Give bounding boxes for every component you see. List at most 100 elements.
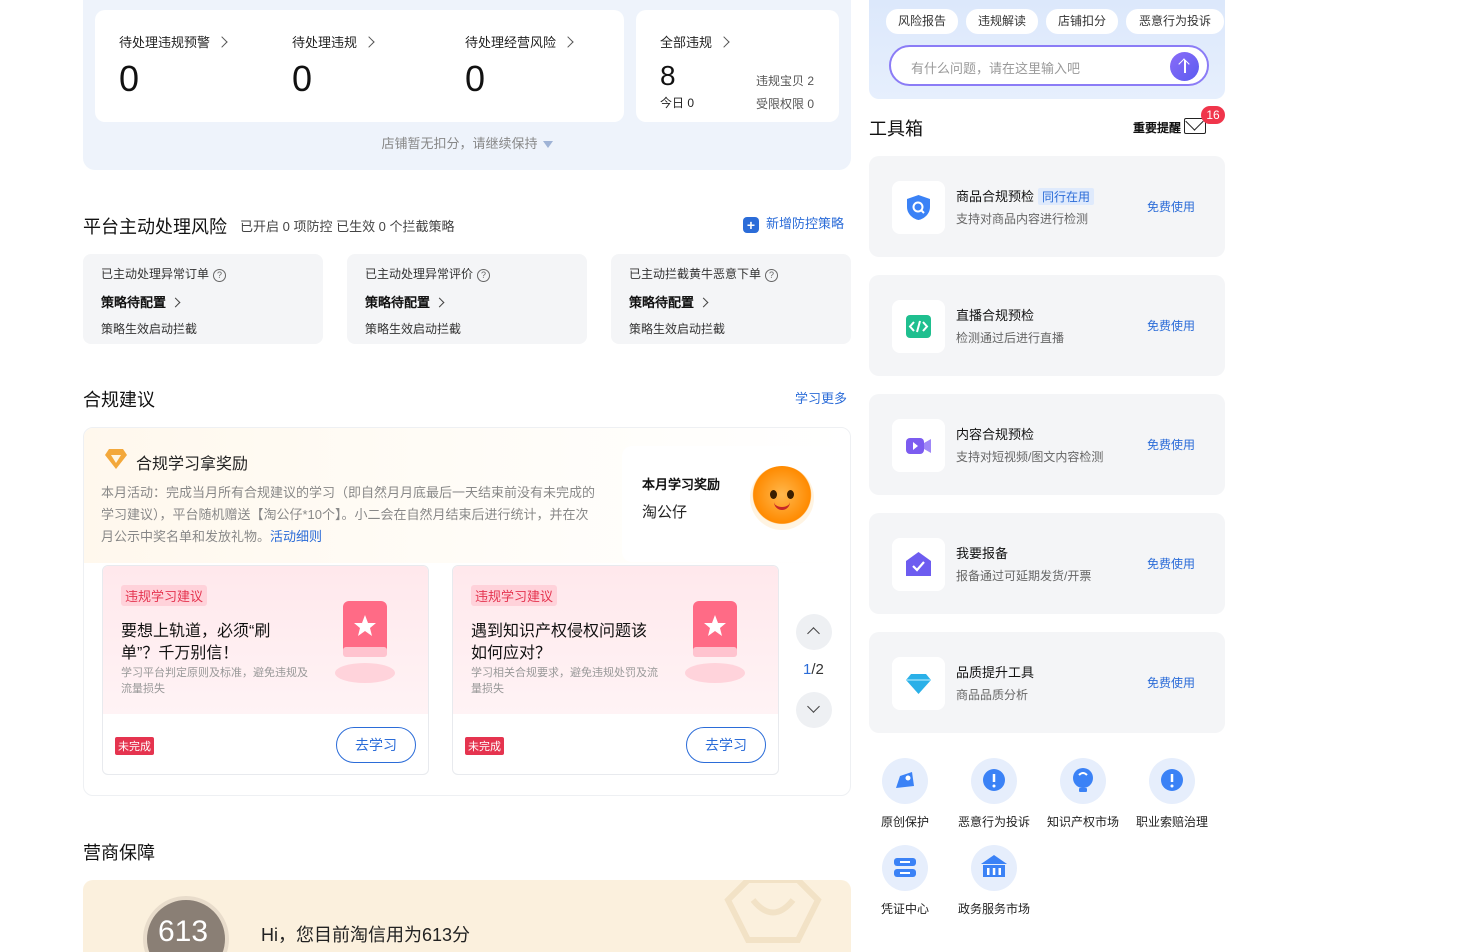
compliance-box: 合规学习拿奖励 本月活动：完成当月所有合规建议的学习（即自然月月底最后一天结束前… [83, 427, 851, 796]
prev-page-button[interactable] [796, 614, 832, 650]
tool-tag: 同行在用 [1038, 188, 1095, 205]
today-value: 0 [687, 96, 695, 110]
mascot-avatar [750, 466, 814, 530]
restricted-permission-count: 受限权限 0 [756, 97, 815, 111]
learning-card[interactable]: 违规学习建议 遇到知识产权侵权问题该如何应对？ 学习相关合规要求，避免违规处罚及… [452, 565, 779, 775]
tool-content-precheck[interactable]: 内容合规预检 支持对短视频/图文内容检测 免费使用 [869, 394, 1225, 495]
help-icon[interactable]: ? [213, 269, 227, 282]
tool-description: 报备通过可延期发货/开票 [956, 569, 1092, 583]
tool-name: 直播合规预检 [956, 308, 1035, 323]
service-label: 恶意行为投诉 [957, 815, 1030, 829]
shield-search-icon [907, 195, 930, 220]
all-violations-value: 8 [660, 60, 676, 91]
no-deduction-note[interactable]: 店铺暂无扣分，请继续保持 [83, 133, 851, 152]
tool-name: 品质提升工具 [956, 665, 1035, 680]
chevron-right-icon [718, 36, 730, 48]
important-reminder-link[interactable]: 重要提醒 [1133, 119, 1181, 136]
pending-violation-label: 待处理违规 [292, 35, 358, 50]
add-strategy-link[interactable]: + 新增防控策略 [743, 213, 844, 233]
tool-description: 商品品质分析 [956, 688, 1029, 702]
reward-description: 本月活动：完成当月所有合规建议的学习（即自然月月底最后一天结束前没有未完成的学习… [101, 485, 596, 544]
chevron-down-icon [807, 700, 820, 713]
chip-shop-deduction[interactable]: 店铺扣分 [1046, 9, 1118, 34]
tool-product-precheck[interactable]: 商品合规预检 同行在用 支持对商品内容进行检测 免费使用 [869, 156, 1225, 257]
risk-card-orders[interactable]: 已主动处理异常订单? 策略待配置 策略生效启动拦截 [83, 254, 323, 344]
today-label: 今日 [660, 96, 685, 110]
activity-rules-link[interactable]: 活动细则 [270, 529, 322, 544]
tool-name: 商品合规预检 [956, 189, 1035, 204]
tool-description: 支持对商品内容进行检测 [956, 212, 1089, 226]
service-label: 知识产权市场 [1046, 815, 1119, 829]
toolbox-title: 工具箱 [869, 119, 923, 139]
service-complaint[interactable]: 恶意行为投诉 [951, 758, 1037, 830]
learning-title: 要想上轨道，必须“刷单”？千万别信！ [121, 623, 271, 662]
pending-violation-item[interactable]: 待处理违规 0 [292, 32, 375, 97]
pending-risk-item[interactable]: 待处理经营风险 0 [465, 32, 574, 99]
go-learn-button[interactable]: 去学习 [686, 727, 766, 763]
pending-warning-item[interactable]: 待处理违规预警 0 [119, 32, 228, 99]
service-voucher-center[interactable]: 凭证中心 [862, 845, 948, 917]
free-use-link[interactable]: 免费使用 [1147, 317, 1195, 334]
help-icon[interactable]: ? [765, 269, 779, 282]
chip-risk-report[interactable]: 风险报告 [886, 9, 958, 34]
free-use-link[interactable]: 免费使用 [1147, 436, 1195, 453]
complaint-icon [983, 769, 1005, 791]
chip-violation-explain[interactable]: 违规解读 [966, 9, 1038, 34]
free-use-link[interactable]: 免费使用 [1147, 555, 1195, 572]
credit-score: 613 [158, 915, 209, 948]
tool-description: 支持对短视频/图文内容检测 [956, 450, 1104, 464]
learning-card[interactable]: 违规学习建议 要想上轨道，必须“刷单”？千万别信！ 学习平台判定原则及标准，避免… [102, 565, 429, 775]
pending-risk-value: 0 [465, 58, 486, 99]
tool-name: 我要报备 [956, 546, 1009, 561]
risk-card-title: 已主动处理异常评价 [365, 267, 474, 281]
free-use-link[interactable]: 免费使用 [1147, 198, 1195, 215]
status-badge: 未完成 [465, 737, 504, 755]
pending-warning-label: 待处理违规预警 [119, 35, 211, 50]
diamond-icon [105, 449, 127, 469]
decoration-icon [724, 880, 822, 943]
help-icon[interactable]: ? [477, 269, 491, 282]
status-badge: 未完成 [115, 737, 154, 755]
risk-card-title: 已主动拦截黄牛恶意下单 [629, 267, 762, 281]
risk-summary: 已开启 0 项防控 已生效 0 个拦截策略 [240, 219, 455, 234]
service-ip-market[interactable]: 知识产权市场 [1040, 758, 1126, 830]
risk-card-note: 策略生效启动拦截 [629, 322, 726, 336]
chevron-right-icon [434, 297, 445, 308]
compliance-section-title: 合规建议 [83, 390, 155, 410]
service-label: 原创保护 [880, 815, 929, 829]
chevron-right-icon [562, 36, 574, 48]
tool-report[interactable]: 我要报备 报备通过可延期发货/开票 免费使用 [869, 513, 1225, 614]
risk-card-status: 策略待配置 [629, 295, 695, 310]
next-page-button[interactable] [796, 692, 832, 728]
chip-malicious-complaint[interactable]: 恶意行为投诉 [1126, 9, 1224, 34]
all-violations-label: 全部违规 [660, 35, 713, 50]
pending-warning-value: 0 [119, 58, 140, 99]
violation-goods-count: 违规宝贝 2 [756, 74, 815, 88]
assistant-input[interactable]: 有什么问题，请在这里输入吧 [889, 45, 1209, 86]
service-original-protect[interactable]: 原创保护 [862, 758, 948, 830]
original-protect-icon [896, 772, 914, 788]
plus-icon: + [743, 217, 759, 233]
risk-card-scalpers[interactable]: 已主动拦截黄牛恶意下单? 策略待配置 策略生效启动拦截 [611, 254, 851, 344]
service-government[interactable]: 政务服务市场 [951, 845, 1037, 917]
risk-section-title: 平台主动处理风险 [83, 217, 227, 237]
chevron-up-icon [807, 627, 820, 640]
star-book-icon [685, 601, 745, 683]
send-button[interactable] [1170, 52, 1199, 81]
all-violations-card[interactable]: 全部违规 8 今日 0 违规宝贝 2 受限权限 0 [636, 10, 839, 122]
caret-down-icon [542, 141, 553, 148]
violation-panel: 待处理违规预警 0 待处理违规 0 待处理经营风险 0 全部违规 8 今日 0 … [83, 0, 851, 170]
go-learn-button[interactable]: 去学习 [336, 727, 416, 763]
chevron-right-icon [698, 297, 709, 308]
assistant-placeholder: 有什么问题，请在这里输入吧 [911, 61, 1081, 76]
risk-card-reviews[interactable]: 已主动处理异常评价? 策略待配置 策略生效启动拦截 [347, 254, 587, 344]
service-claim-governance[interactable]: 职业索赔治理 [1129, 758, 1215, 830]
assistant-panel: 风险报告 违规解读 店铺扣分 恶意行为投诉 有什么问题，请在这里输入吧 [869, 0, 1225, 99]
learn-more-link[interactable]: 学习更多 [795, 388, 847, 407]
tool-live-precheck[interactable]: 直播合规预检 检测通过后进行直播 免费使用 [869, 275, 1225, 376]
learning-description: 学习相关合规要求，避免违规处罚及流量损失 [471, 667, 658, 695]
free-use-link[interactable]: 免费使用 [1147, 674, 1195, 691]
tool-quality[interactable]: 品质提升工具 商品品质分析 免费使用 [869, 632, 1225, 733]
reminder-count-badge: 16 [1201, 106, 1225, 124]
report-check-icon [906, 552, 931, 576]
